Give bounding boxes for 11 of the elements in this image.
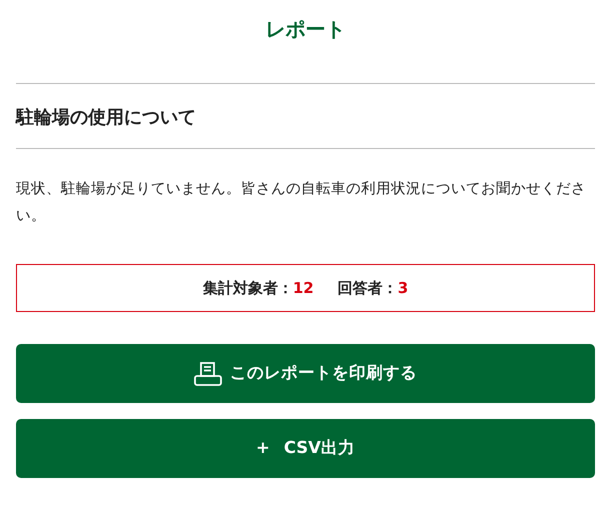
plus-icon: + [256,436,270,461]
print-button[interactable]: このレポートを印刷する [16,344,595,403]
description: 現状、駐輪場が足りていません。皆さんの自転車の利用状況についてお聞かせください。 [16,180,587,226]
csv-export-button[interactable]: + CSV出力 [16,419,595,478]
stat-value: 12 [292,278,314,299]
stat-label: 回答者： [338,278,398,299]
page-title: レポート [264,16,346,43]
stat-label: 集計対象者： [202,278,293,299]
printer-icon [194,362,222,386]
survey-title: 駐輪場の使用について [16,106,197,130]
stat-value: 3 [398,278,408,299]
